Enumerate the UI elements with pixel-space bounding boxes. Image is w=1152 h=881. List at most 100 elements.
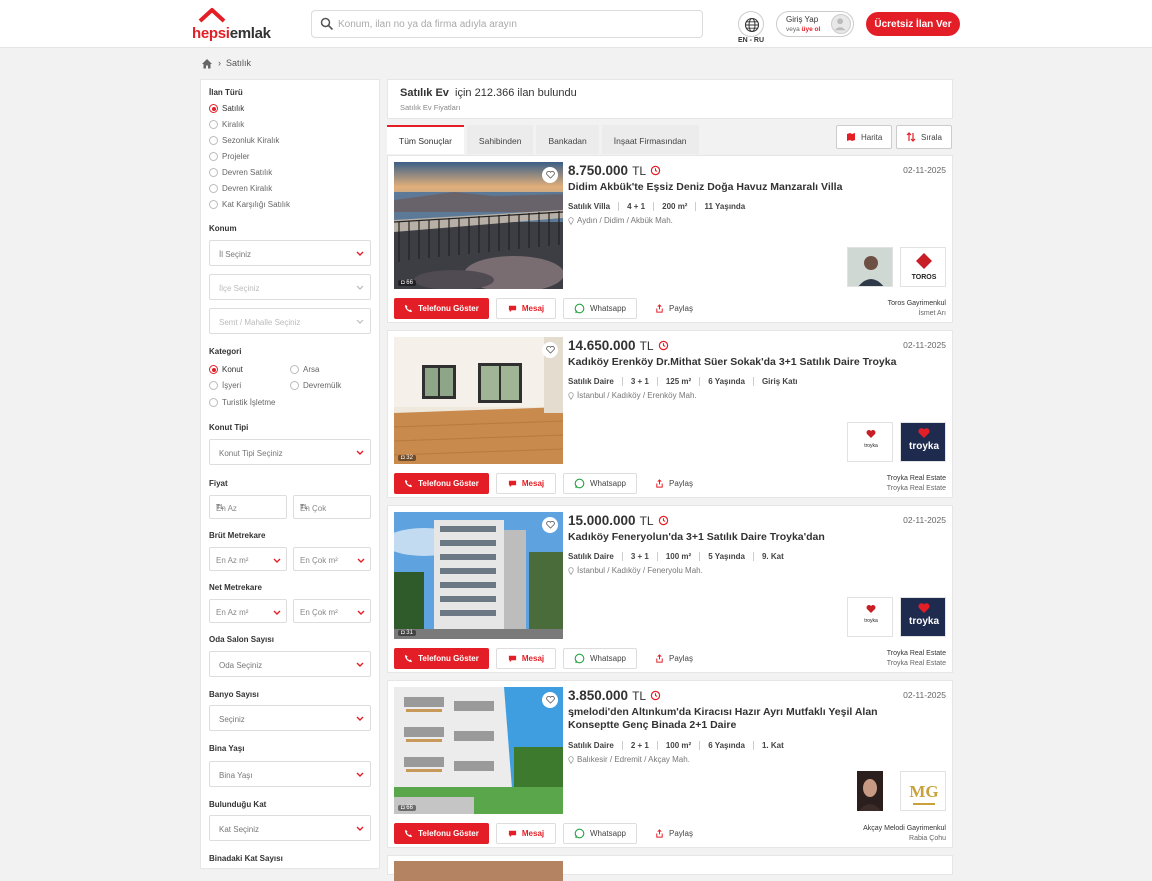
breadcrumb-current[interactable]: Satılık: [226, 58, 251, 68]
tab-from-bank[interactable]: Bankadan: [536, 125, 599, 154]
whatsapp-button[interactable]: Whatsapp: [563, 298, 637, 319]
show-phone-button[interactable]: Telefonu Göster: [394, 473, 489, 494]
bath-select[interactable]: Seçiniz: [209, 705, 371, 731]
bath-title: Banyo Sayısı: [209, 690, 259, 699]
map-button[interactable]: Harita: [836, 125, 893, 149]
photo-count: ◘ 66: [398, 280, 416, 286]
tab-from-owner[interactable]: Sahibinden: [466, 125, 534, 154]
floor-select[interactable]: Kat Seçiniz: [209, 815, 371, 841]
rooms-title: Oda Salon Sayısı: [209, 635, 274, 644]
message-button[interactable]: Mesaj: [496, 473, 556, 494]
sort-button[interactable]: Sırala: [896, 125, 952, 149]
price-history-icon[interactable]: [658, 515, 669, 526]
language-label[interactable]: EN - RU: [734, 37, 768, 44]
show-phone-button[interactable]: Telefonu Göster: [394, 298, 489, 319]
net-area-max[interactable]: En Çok m²: [293, 599, 371, 623]
listing-photo[interactable]: ◘ 66: [394, 162, 563, 289]
message-button[interactable]: Mesaj: [496, 648, 556, 669]
results-subtitle[interactable]: Satılık Ev Fiyatları: [400, 103, 460, 112]
radio-kiralik[interactable]: Kiralık: [209, 120, 244, 129]
radio-konut[interactable]: Konut: [209, 365, 243, 374]
whatsapp-button[interactable]: Whatsapp: [563, 648, 637, 669]
price-min-input[interactable]: En Az TL: [209, 495, 287, 519]
listing-title[interactable]: ᶊmelodi'den Altınkum'da Kiracısı Hazır A…: [568, 706, 928, 732]
hepsiemlak-logo[interactable]: hepsiemlak: [192, 7, 282, 42]
share-button[interactable]: Paylaş: [644, 298, 704, 319]
agency-logo[interactable]: troyka: [900, 597, 946, 637]
login-title: Giriş Yap: [786, 15, 819, 24]
radio-arsa[interactable]: Arsa: [290, 365, 319, 374]
agency-logo[interactable]: TOROS: [900, 247, 946, 287]
price-history-icon[interactable]: [650, 690, 661, 701]
whatsapp-button[interactable]: Whatsapp: [563, 473, 637, 494]
listing-type-title: İlan Türü: [209, 88, 243, 97]
building-age-select[interactable]: Bina Yaşı: [209, 761, 371, 787]
floor-count-title: Binadaki Kat Sayısı: [209, 854, 283, 863]
show-phone-button[interactable]: Telefonu Göster: [394, 823, 489, 844]
favorite-heart-icon[interactable]: [542, 517, 558, 533]
listing-title[interactable]: Kadıköy Feneryolun'da 3+1 Satılık Daire …: [568, 531, 868, 544]
housing-type-select[interactable]: Konut Tipi Seçiniz: [209, 439, 371, 465]
radio-isyeri[interactable]: İşyeri: [209, 381, 241, 390]
agency-info: Troyka Real Estate Troyka Real Estate: [886, 475, 946, 492]
net-area-min[interactable]: En Az m²: [209, 599, 287, 623]
agency-logo[interactable]: troyka: [900, 422, 946, 462]
radio-devremulk[interactable]: Devremülk: [290, 381, 341, 390]
radio-projeler[interactable]: Projeler: [209, 152, 250, 161]
empty-room-image: [394, 337, 563, 464]
svg-text:troyka: troyka: [909, 616, 939, 627]
listing-price: 3.850.000 TL: [568, 688, 661, 703]
listing-photo[interactable]: ◘ 31: [394, 512, 563, 639]
price-history-icon[interactable]: [650, 165, 661, 176]
neighborhood-select[interactable]: Semt / Mahalle Seçiniz: [209, 308, 371, 334]
gross-area-min[interactable]: En Az m²: [209, 547, 287, 571]
radio-devren-kiralik[interactable]: Devren Kiralık: [209, 184, 272, 193]
favorite-heart-icon[interactable]: [542, 342, 558, 358]
district-select[interactable]: İlçe Seçiniz: [209, 274, 371, 300]
search-box[interactable]: [311, 10, 703, 38]
listing-card[interactable]: ◘ 66 8.750.000 TL 02-11-2025 Didim Akbük'…: [387, 155, 953, 323]
listing-photo[interactable]: ◘ 66: [394, 687, 563, 814]
home-icon[interactable]: [201, 58, 213, 69]
radio-turistik[interactable]: Turistik İşletme: [209, 398, 276, 407]
tab-from-builder[interactable]: İnşaat Firmasından: [601, 125, 699, 154]
listing-card[interactable]: ◘ 31 15.000.000 TL 02-11-2025 Kadıköy Fen…: [387, 505, 953, 673]
listing-card[interactable]: ◘ 32 14.650.000 TL 02-11-2025 Kadıköy Ere…: [387, 330, 953, 498]
agency-logo[interactable]: MG: [900, 771, 946, 811]
share-icon: [656, 479, 663, 488]
radio-devren-satilik[interactable]: Devren Satılık: [209, 168, 272, 177]
radio-sezonluk[interactable]: Sezonluk Kiralık: [209, 136, 279, 145]
listing-card[interactable]: ◘ 66 3.850.000 TL 02-11-2025 ᶊmelodi'den …: [387, 680, 953, 848]
listing-title[interactable]: Didim Akbük'te Eşsiz Deniz Doğa Havuz Ma…: [568, 181, 868, 194]
post-free-listing-button[interactable]: Ücretsiz İlan Ver: [866, 12, 960, 36]
province-select[interactable]: İl Seçiniz: [209, 240, 371, 266]
price-max-input[interactable]: En Çok TL: [293, 495, 371, 519]
message-button[interactable]: Mesaj: [496, 298, 556, 319]
search-icon: [320, 17, 334, 31]
listing-photo[interactable]: [394, 861, 563, 881]
radio-satilik[interactable]: Satılık: [209, 104, 244, 113]
search-input[interactable]: [338, 14, 698, 34]
rooms-select[interactable]: Oda Seçiniz: [209, 651, 371, 677]
favorite-heart-icon[interactable]: [542, 167, 558, 183]
favorite-heart-icon[interactable]: [542, 692, 558, 708]
share-button[interactable]: Paylaş: [644, 823, 704, 844]
price-history-icon[interactable]: [658, 340, 669, 351]
share-button[interactable]: Paylaş: [644, 473, 704, 494]
gross-area-max[interactable]: En Çok m²: [293, 547, 371, 571]
show-phone-button[interactable]: Telefonu Göster: [394, 648, 489, 669]
login-button[interactable]: Giriş Yap veya üye ol: [776, 11, 854, 37]
message-button[interactable]: Mesaj: [496, 823, 556, 844]
tab-all-results[interactable]: Tüm Sonuçlar: [387, 125, 464, 154]
listing-location: Aydın / Didim / Akbük Mah.: [568, 216, 673, 225]
map-icon: [847, 133, 855, 141]
listing-photo[interactable]: ◘ 32: [394, 337, 563, 464]
listing-specs: Satılık Daire 3 + 1 100 m² 5 Yaşında 9. Kat: [568, 552, 792, 561]
language-button[interactable]: [738, 11, 764, 37]
listing-card[interactable]: [387, 855, 953, 881]
radio-kat-karsiligi[interactable]: Kat Karşılığı Satılık: [209, 200, 290, 209]
listing-title[interactable]: Kadıköy Erenköy Dr.Mithat Süer Sokak'da …: [568, 356, 908, 369]
whatsapp-button[interactable]: Whatsapp: [563, 823, 637, 844]
chevron-down-icon: [356, 251, 364, 256]
share-button[interactable]: Paylaş: [644, 648, 704, 669]
